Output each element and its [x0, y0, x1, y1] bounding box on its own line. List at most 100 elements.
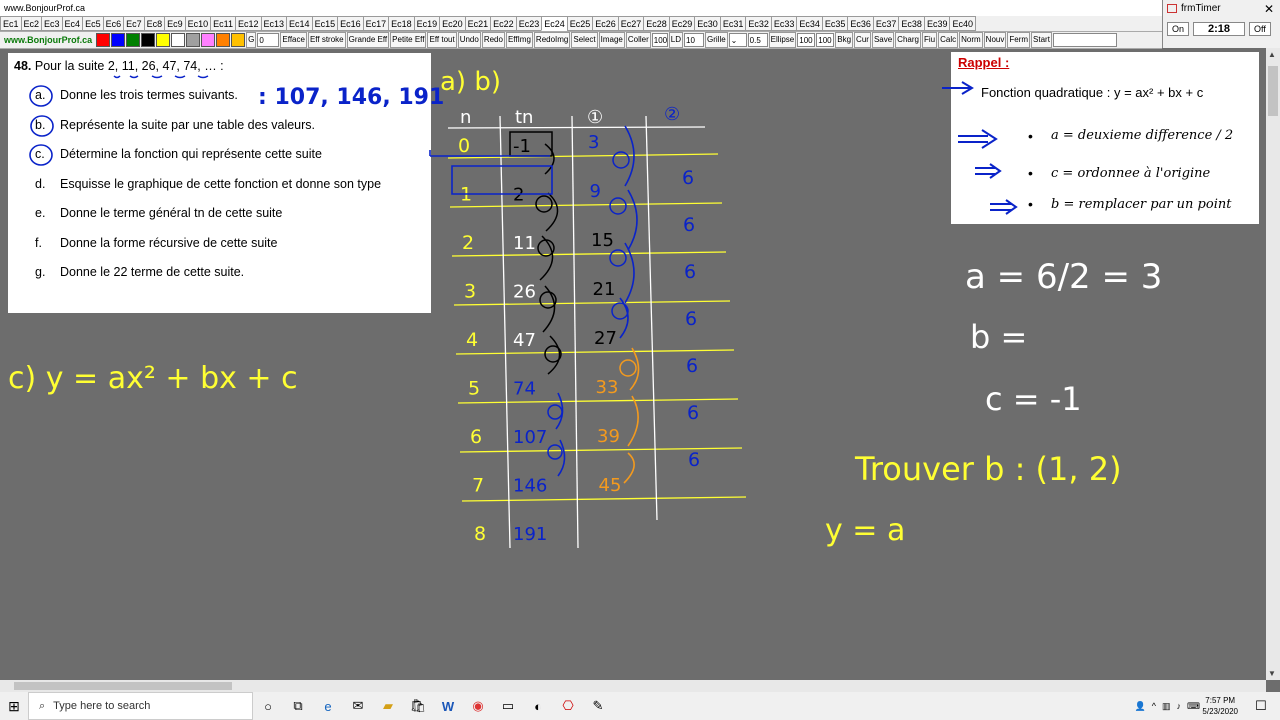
tab-ec36[interactable]: Ec36 — [847, 16, 874, 31]
tab-ec11[interactable]: Ec11 — [210, 16, 237, 31]
tool-select-button[interactable]: Select — [571, 32, 598, 48]
horizontal-scrollbar[interactable] — [0, 680, 1266, 692]
tab-ec24[interactable]: Ec24 — [541, 16, 568, 31]
cortana-icon[interactable]: ○ — [253, 692, 283, 720]
tool-charg-button[interactable]: Charg — [895, 32, 921, 48]
chevron-up-icon[interactable]: ^ — [1152, 701, 1156, 711]
scroll-thumb-h[interactable] — [14, 682, 232, 690]
vertical-scrollbar[interactable]: ▲ ▼ — [1266, 48, 1280, 680]
tab-ec8[interactable]: Ec8 — [143, 16, 166, 31]
blank-input[interactable] — [1052, 33, 1117, 47]
tab-ec37[interactable]: Ec37 — [872, 16, 900, 31]
tool-eff-tout-button[interactable]: Eff tout — [427, 32, 457, 48]
scroll-thumb[interactable] — [1268, 66, 1278, 116]
tool-undo-button[interactable]: Undo — [457, 32, 481, 48]
tool-nouv-button[interactable]: Nouv — [983, 32, 1007, 48]
tab-ec7[interactable]: Ec7 — [123, 16, 145, 31]
task-view-icon[interactable]: ⧉ — [283, 692, 313, 720]
grid-dropdown-icon[interactable]: ⌄ — [728, 33, 747, 47]
color-swatch[interactable] — [186, 33, 201, 47]
opacity-input[interactable]: 100 — [651, 33, 668, 47]
color-swatch[interactable] — [231, 33, 246, 47]
tab-ec18[interactable]: Ec18 — [388, 16, 415, 31]
tab-ec34[interactable]: Ec34 — [796, 16, 823, 31]
tab-ec14[interactable]: Ec14 — [286, 16, 313, 31]
tool-effimg-button[interactable]: EffImg — [505, 32, 533, 48]
tab-ec40[interactable]: Ec40 — [949, 16, 976, 31]
tool-grande-eff-button[interactable]: Grande Eff — [346, 32, 390, 48]
tab-ec10[interactable]: Ec10 — [184, 16, 212, 31]
ld-input[interactable]: 10 — [684, 33, 704, 47]
tool-bkg-button[interactable]: Bkg — [835, 32, 854, 48]
file-explorer-icon[interactable]: ▰ — [373, 692, 403, 720]
tab-ec33[interactable]: Ec33 — [770, 16, 798, 31]
tab-ec26[interactable]: Ec26 — [592, 16, 619, 31]
notification-icon[interactable]: ☐ — [1246, 692, 1276, 720]
tab-ec5[interactable]: Ec5 — [82, 16, 104, 31]
grid-input[interactable]: 0.5 — [747, 33, 768, 47]
tab-ec22[interactable]: Ec22 — [490, 16, 517, 31]
color-swatch[interactable] — [126, 33, 141, 47]
edge-icon[interactable]: e — [313, 692, 343, 720]
taskbar-search[interactable]: ⌕ Type here to search — [28, 692, 253, 720]
tab-ec12[interactable]: Ec12 — [235, 16, 262, 31]
tab-ec27[interactable]: Ec27 — [617, 16, 645, 31]
tab-ec4[interactable]: Ec4 — [61, 16, 84, 31]
mail-icon[interactable]: ✉ — [343, 692, 373, 720]
color-swatch[interactable] — [171, 33, 186, 47]
timer-off-button[interactable]: Off — [1249, 22, 1271, 36]
tool-start-button[interactable]: Start — [1031, 32, 1052, 48]
tool-cur-button[interactable]: Cur — [854, 32, 871, 48]
tool-save-button[interactable]: Save — [871, 32, 895, 48]
tool-coller-button[interactable]: Coller — [625, 32, 651, 48]
g-button[interactable]: G — [246, 32, 257, 48]
tool-image-button[interactable]: Image — [598, 32, 625, 48]
tool-redo-button[interactable]: Redo — [481, 32, 505, 48]
tab-ec35[interactable]: Ec35 — [821, 16, 849, 31]
taskbar-clock[interactable]: 7:57 PM 5/23/2020 — [1202, 695, 1238, 717]
tab-ec17[interactable]: Ec17 — [362, 16, 390, 31]
tab-ec29[interactable]: Ec29 — [668, 16, 696, 31]
paint-icon[interactable]: ✎ — [583, 692, 613, 720]
store-icon[interactable]: 🛍 — [403, 692, 433, 720]
ld-button[interactable]: LD — [668, 32, 683, 48]
tab-ec39[interactable]: Ec39 — [923, 16, 951, 31]
scroll-down-icon[interactable]: ▼ — [1268, 669, 1276, 678]
network-icon[interactable]: ▥ — [1162, 701, 1171, 712]
color-swatch[interactable] — [216, 33, 231, 47]
tab-ec3[interactable]: Ec3 — [41, 16, 63, 31]
tool-eff-stroke-button[interactable]: Eff stroke — [307, 32, 346, 48]
tab-ec19[interactable]: Ec19 — [413, 16, 441, 31]
ellipse-button[interactable]: Ellipse — [768, 32, 797, 48]
site-link[interactable]: www.BonjourProf.ca — [0, 35, 96, 45]
ellipse-width-input[interactable]: 100 — [797, 33, 816, 47]
ellipse-height-input[interactable]: 100 — [816, 33, 835, 47]
color-swatch[interactable] — [201, 33, 216, 47]
tab-ec2[interactable]: Ec2 — [20, 16, 43, 31]
tool-efface-button[interactable]: Efface — [280, 32, 307, 48]
tool-ferm-button[interactable]: Ferm — [1007, 32, 1031, 48]
word-icon[interactable]: W — [433, 692, 463, 720]
color-swatch[interactable] — [156, 33, 171, 47]
windows-start-icon[interactable]: ⊞ — [0, 698, 28, 715]
color-swatch[interactable] — [141, 33, 156, 47]
tab-ec6[interactable]: Ec6 — [102, 16, 125, 31]
person-icon[interactable]: 👤 — [1135, 701, 1146, 712]
language-icon[interactable]: ⌨ — [1187, 701, 1200, 712]
tab-ec30[interactable]: Ec30 — [694, 16, 721, 31]
tab-ec38[interactable]: Ec38 — [898, 16, 925, 31]
chrome-icon[interactable]: ◉ — [463, 692, 493, 720]
app-icon[interactable]: ◐ — [523, 692, 553, 720]
tool-petite-eff-button[interactable]: Petite Eff — [390, 32, 427, 48]
close-icon[interactable]: ✕ — [1264, 2, 1274, 16]
tab-ec1[interactable]: Ec1 — [0, 16, 22, 31]
tab-ec15[interactable]: Ec15 — [311, 16, 339, 31]
volume-icon[interactable]: ♪ — [1177, 701, 1182, 711]
whiteboard-app-icon[interactable]: ▭ — [493, 692, 523, 720]
tab-ec31[interactable]: Ec31 — [719, 16, 747, 31]
tool-norm-button[interactable]: Norm — [959, 32, 983, 48]
tool-fiu-button[interactable]: Fiu — [921, 32, 938, 48]
tab-ec16[interactable]: Ec16 — [337, 16, 364, 31]
tab-ec20[interactable]: Ec20 — [439, 16, 466, 31]
color-swatch[interactable] — [111, 33, 126, 47]
